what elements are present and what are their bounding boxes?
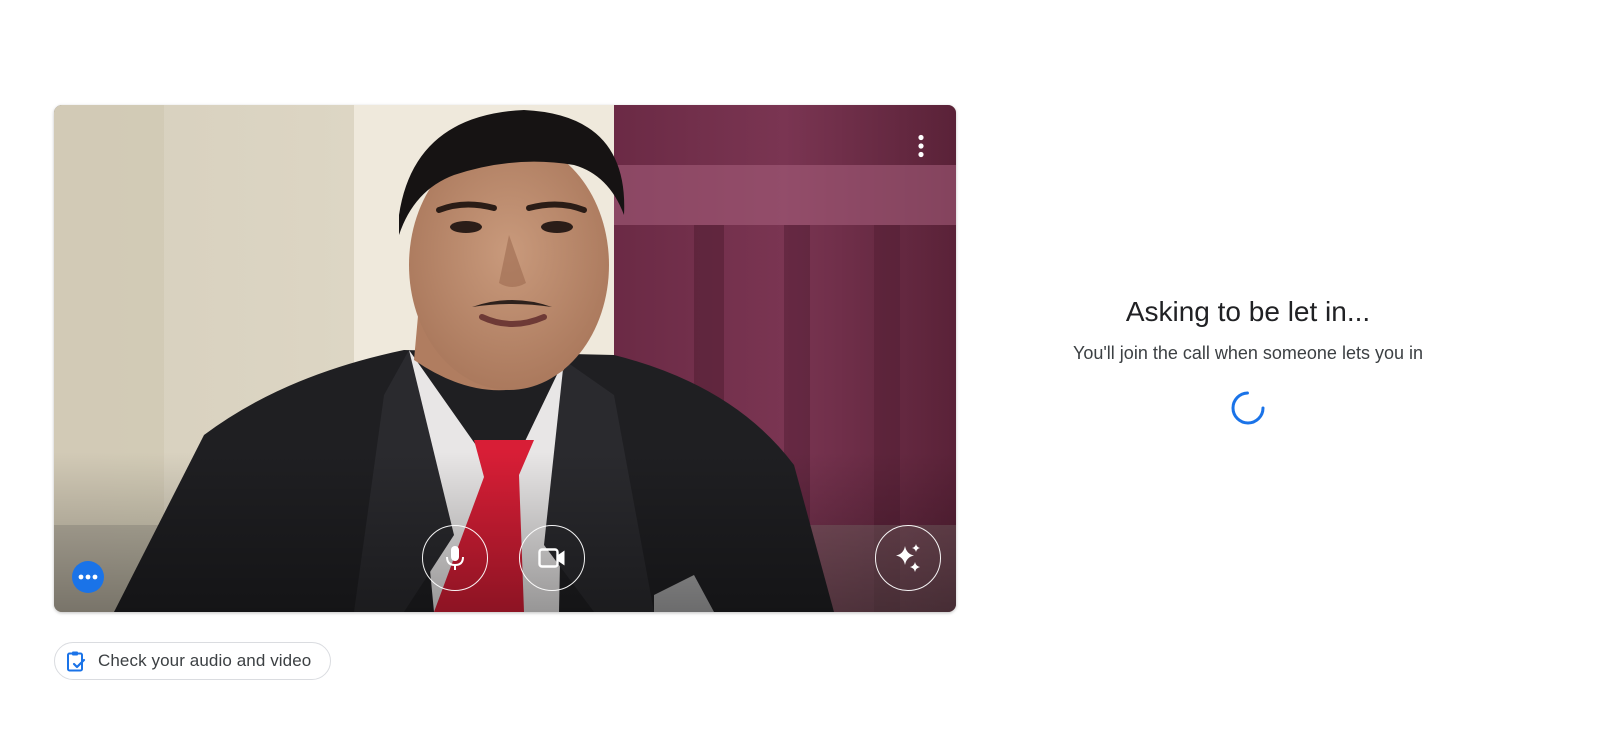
camera-toggle-button[interactable] bbox=[519, 525, 585, 591]
check-audio-video-button[interactable]: Check your audio and video bbox=[54, 642, 332, 680]
microphone-toggle-button[interactable] bbox=[422, 525, 488, 591]
status-title: Asking to be let in... bbox=[1125, 296, 1371, 327]
camera-feed-image bbox=[54, 105, 956, 612]
more-options-button[interactable] bbox=[906, 131, 936, 161]
microphone-icon bbox=[446, 546, 464, 570]
join-status-panel: Asking to be let in... You'll join the c… bbox=[1048, 290, 1448, 426]
visual-effects-button[interactable] bbox=[875, 525, 941, 591]
more-vert-icon bbox=[918, 134, 924, 158]
sparkle-effects-icon bbox=[896, 544, 920, 572]
clipboard-check-icon bbox=[67, 651, 86, 672]
status-subtitle: You'll join the call when someone lets y… bbox=[1073, 343, 1423, 363]
self-video-preview bbox=[54, 105, 956, 612]
spinner-icon bbox=[1231, 391, 1265, 425]
meet-waiting-room: Check your audio and video Asking to be … bbox=[0, 0, 1608, 733]
self-view-options-button[interactable] bbox=[72, 561, 104, 593]
check-audio-video-label: Check your audio and video bbox=[98, 651, 312, 670]
loading-spinner bbox=[1230, 390, 1266, 426]
more-horiz-icon bbox=[78, 574, 98, 580]
videocam-icon bbox=[538, 548, 565, 568]
